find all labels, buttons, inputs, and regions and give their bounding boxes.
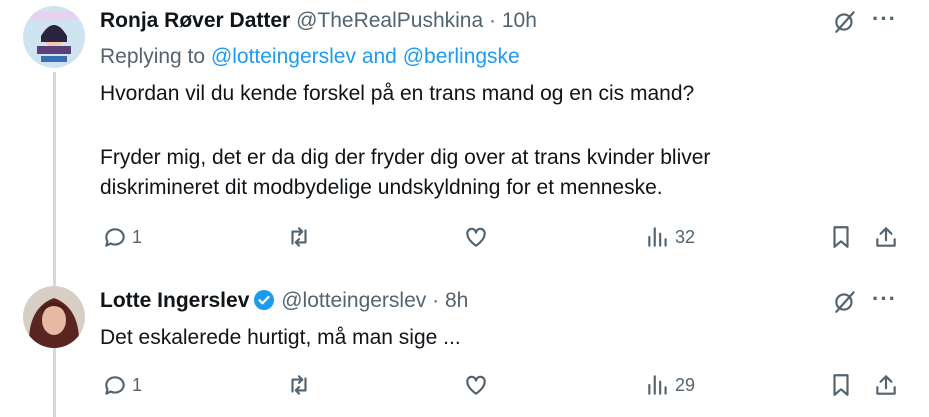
bookmark-button[interactable]	[828, 224, 854, 250]
thread-line	[53, 72, 56, 417]
author-handle[interactable]: @TheRealPushkina	[296, 9, 483, 32]
views-count: 32	[675, 226, 696, 247]
views-icon	[648, 375, 667, 395]
replying-prefix: Replying to	[100, 45, 206, 68]
retweet-icon	[291, 375, 307, 395]
views-icon	[648, 227, 667, 247]
author-name[interactable]: Ronja Røver Datter	[100, 9, 290, 32]
timestamp[interactable]: 10h	[502, 9, 537, 32]
mention-join[interactable]: and	[362, 45, 397, 68]
author-name[interactable]: Lotte Ingerslev	[100, 289, 249, 312]
more-icon[interactable]: ···	[872, 6, 897, 32]
tweet-text-line: diskrimineret dit modbydelige undskyldni…	[100, 176, 663, 199]
more-icon[interactable]: ···	[872, 286, 897, 312]
reply-button[interactable]: 1	[102, 372, 142, 398]
tweet-header: Ronja Røver Datter @TheRealPushkina · 10…	[100, 9, 537, 33]
share-button[interactable]	[873, 372, 899, 398]
tweet-text-line: Hvordan vil du kende forskel på en trans…	[100, 82, 695, 105]
reply-button[interactable]: 1	[102, 224, 142, 250]
retweet-button[interactable]	[286, 224, 312, 250]
like-icon	[466, 227, 486, 247]
reply-icon	[105, 228, 125, 247]
views-button[interactable]: 29	[645, 372, 695, 398]
share-button[interactable]	[873, 224, 899, 250]
bookmark-icon	[833, 226, 849, 248]
views-count: 29	[675, 374, 696, 395]
grok-icon[interactable]	[832, 9, 858, 35]
avatar-ronja[interactable]	[23, 6, 85, 68]
views-button[interactable]: 32	[645, 224, 695, 250]
reply-count: 1	[132, 374, 143, 395]
retweet-icon	[291, 227, 307, 247]
like-button[interactable]	[463, 372, 489, 398]
like-icon	[466, 375, 486, 395]
tweet-header: Lotte Ingerslev @lotteingerslev · 8h	[100, 289, 468, 313]
like-button[interactable]	[463, 224, 489, 250]
tweet-text-line: Det eskalerede hurtigt, må man sige ...	[100, 326, 461, 349]
reply-icon	[105, 376, 125, 395]
share-icon	[876, 227, 896, 247]
separator: ·	[489, 9, 496, 32]
share-icon	[876, 375, 896, 395]
timestamp[interactable]: 8h	[445, 289, 468, 312]
bookmark-icon	[833, 374, 849, 396]
retweet-button[interactable]	[286, 372, 312, 398]
mention-link[interactable]: @lotteingerslev	[211, 45, 356, 68]
verified-badge-icon	[254, 290, 275, 310]
avatar-lotte[interactable]	[23, 286, 85, 348]
separator: ·	[432, 289, 440, 312]
bookmark-button[interactable]	[828, 372, 854, 398]
author-handle[interactable]: @lotteingerslev	[281, 289, 426, 312]
mention-link[interactable]: @berlingske	[403, 45, 520, 68]
grok-icon[interactable]	[832, 289, 858, 315]
tweet-text-line: Fryder mig, det er da dig der fryder dig…	[100, 146, 711, 169]
replying-to: Replying to @lotteingerslev and @berling…	[100, 45, 520, 69]
reply-count: 1	[132, 226, 143, 247]
